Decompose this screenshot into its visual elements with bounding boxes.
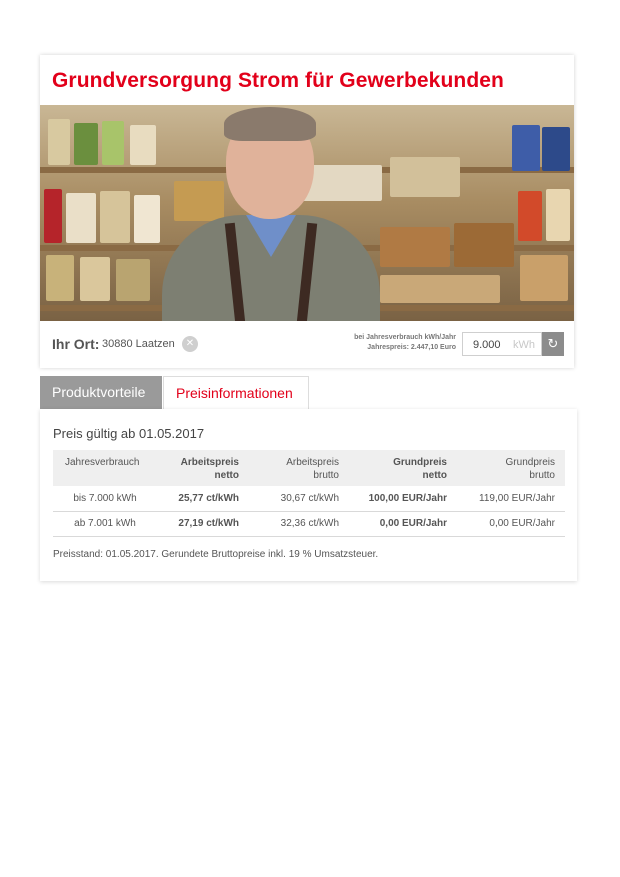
column-header-line: brutto bbox=[529, 470, 555, 481]
table-cell: 0,00 EUR/Jahr bbox=[457, 511, 565, 537]
column-header-line: netto bbox=[214, 470, 239, 481]
close-icon[interactable]: ✕ bbox=[182, 336, 198, 352]
location-value[interactable]: 30880 Laatzen bbox=[102, 338, 175, 350]
tariff-card: Grundversorgung Strom für Gewerbekunden bbox=[40, 55, 574, 368]
table-cell: 0,00 EUR/Jahr bbox=[349, 511, 457, 537]
price-table: Jahresverbrauch Arbeitspreis netto Arbeit… bbox=[53, 450, 565, 537]
column-header: Jahresverbrauch bbox=[53, 450, 157, 486]
table-cell: 32,36 ct/kWh bbox=[249, 511, 349, 537]
column-header-line: brutto bbox=[313, 470, 339, 481]
table-cell: 27,19 ct/kWh bbox=[157, 511, 249, 537]
table-header-row: Jahresverbrauch Arbeitspreis netto Arbeit… bbox=[53, 450, 565, 486]
consumption-value[interactable]: 9.000 bbox=[473, 339, 501, 351]
table-row: bis 7.000 kWh 25,77 ct/kWh 30,67 ct/kWh … bbox=[53, 486, 565, 512]
hero-image bbox=[40, 105, 574, 321]
table-cell: 30,67 ct/kWh bbox=[249, 486, 349, 512]
column-header-line: netto bbox=[422, 470, 447, 481]
price-footnote: Preisstand: 01.05.2017. Gerundete Brutto… bbox=[53, 549, 379, 560]
column-header: Arbeitspreis brutto bbox=[249, 450, 349, 486]
page-title: Grundversorgung Strom für Gewerbekunden bbox=[52, 69, 504, 92]
column-header: Grundpreis netto bbox=[349, 450, 457, 486]
column-header: Arbeitspreis netto bbox=[157, 450, 249, 486]
column-header-line: Jahresverbrauch bbox=[65, 457, 140, 468]
tab-preisinformationen[interactable]: Preisinformationen bbox=[163, 376, 309, 409]
table-cell: 25,77 ct/kWh bbox=[157, 486, 249, 512]
refresh-icon[interactable]: ↻ bbox=[542, 332, 564, 356]
price-valid-heading: Preis gültig ab 01.05.2017 bbox=[53, 426, 205, 441]
column-header-line: Arbeitspreis bbox=[286, 457, 339, 468]
table-cell: bis 7.000 kWh bbox=[53, 486, 157, 512]
table-cell: ab 7.001 kWh bbox=[53, 511, 157, 537]
usage-note-line: bei Jahresverbrauch kWh/Jahr bbox=[354, 334, 456, 341]
consumption-input[interactable]: 9.000 kWh bbox=[462, 332, 542, 356]
location-label: Ihr Ort: bbox=[52, 336, 100, 352]
column-header-line: Grundpreis bbox=[393, 457, 447, 468]
table-cell: 119,00 EUR/Jahr bbox=[457, 486, 565, 512]
column-header: Grundpreis brutto bbox=[457, 450, 565, 486]
table-row: ab 7.001 kWh 27,19 ct/kWh 32,36 ct/kWh 0… bbox=[53, 511, 565, 537]
tab-produktvorteile[interactable]: Produktvorteile bbox=[40, 376, 162, 409]
price-panel: Preis gültig ab 01.05.2017 Jahresverbrau… bbox=[40, 409, 577, 581]
consumption-unit: kWh bbox=[513, 339, 535, 351]
table-cell: 100,00 EUR/Jahr bbox=[349, 486, 457, 512]
column-header-line: Grundpreis bbox=[505, 457, 555, 468]
column-header-line: Arbeitspreis bbox=[180, 457, 239, 468]
location-bar: Ihr Ort: 30880 Laatzen ✕ bei Jahresverbr… bbox=[40, 321, 574, 368]
annual-price-line: Jahrespreis: 2.447,10 Euro bbox=[367, 344, 456, 351]
usage-note: bei Jahresverbrauch kWh/Jahr Jahrespreis… bbox=[354, 333, 456, 353]
